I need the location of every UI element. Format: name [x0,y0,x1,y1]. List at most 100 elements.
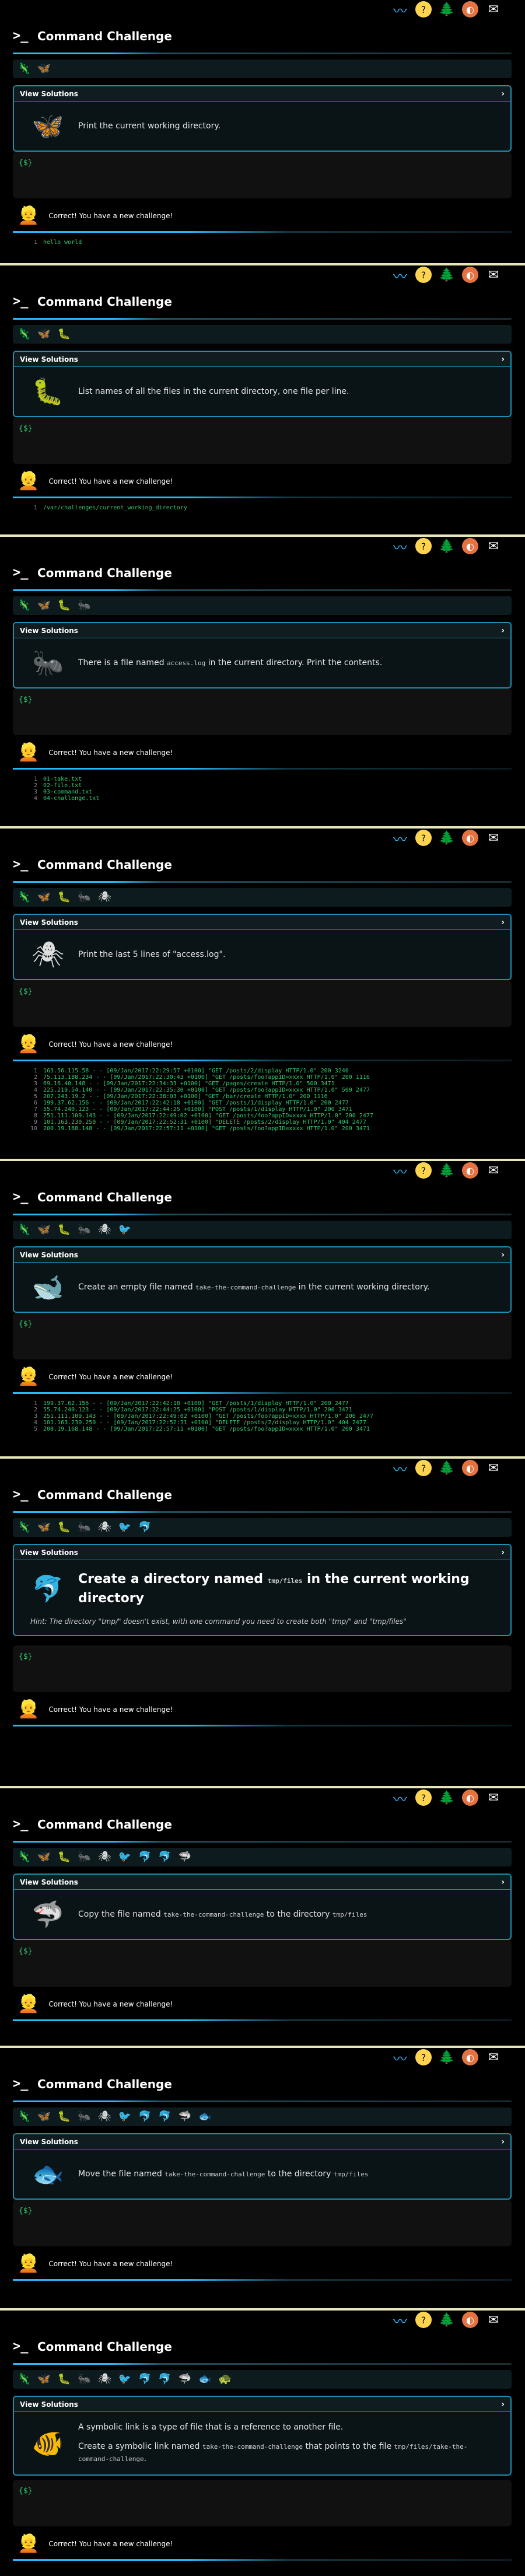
help-icon[interactable]: ? [415,830,432,846]
challenge-badge-icon[interactable]: 🐦 [118,2111,131,2123]
terminal-logo-icon[interactable]: >_ [13,566,29,580]
terminal-logo-icon[interactable]: >_ [13,858,29,872]
view-solutions-bar[interactable]: View Solutions › [14,915,510,930]
challenge-badge-icon[interactable]: 🕷 [98,1851,111,1863]
help-icon[interactable]: ? [415,2049,432,2065]
challenge-badge-icon[interactable]: 🐬 [138,1522,151,1533]
wave-icon[interactable]: 〰 [392,1162,408,1180]
command-editor[interactable]: {$} [13,688,512,735]
view-solutions-bar[interactable]: View Solutions › [14,1545,510,1560]
command-editor[interactable]: {$} [13,2200,512,2246]
moon-icon[interactable]: ◐ [462,2049,478,2065]
chevron-right-icon[interactable]: › [501,626,505,635]
challenge-badge-icon[interactable]: 🐬 [138,2374,151,2385]
wave-icon[interactable]: 〰 [392,1460,408,1478]
moon-icon[interactable]: ◐ [462,1162,478,1179]
challenge-badge-icon[interactable]: 🐬 [138,1851,151,1863]
challenge-badge-icon[interactable]: 🦎 [18,1522,30,1533]
tree-icon[interactable]: 🌲 [439,538,455,554]
challenge-badge-icon[interactable]: 🦎 [18,600,30,611]
command-editor[interactable]: {$} [13,417,512,464]
help-icon[interactable]: ? [415,1,432,18]
view-solutions-bar[interactable]: View Solutions › [14,2397,510,2412]
command-editor[interactable]: {$} [13,980,512,1027]
view-solutions-bar[interactable]: View Solutions › [14,1875,510,1890]
challenge-badge-icon[interactable]: 🦋 [37,328,50,340]
mail-icon[interactable]: ✉ [485,830,502,846]
challenge-badge-icon[interactable]: 🐛 [58,328,71,340]
moon-icon[interactable]: ◐ [462,1460,478,1476]
chevron-right-icon[interactable]: › [501,1878,505,1887]
challenge-badge-icon[interactable]: 🦋 [37,892,50,903]
help-icon[interactable]: ? [415,2312,432,2328]
wave-icon[interactable]: 〰 [392,830,408,848]
terminal-logo-icon[interactable]: >_ [13,1488,29,1502]
mail-icon[interactable]: ✉ [485,267,502,283]
view-solutions-bar[interactable]: View Solutions › [14,1247,510,1263]
command-editor[interactable]: {$} [13,1313,512,1359]
wave-icon[interactable]: 〰 [392,1789,408,1808]
challenge-badge-icon[interactable]: 🐟 [198,2111,211,2123]
mail-icon[interactable]: ✉ [485,2049,502,2065]
tree-icon[interactable]: 🌲 [439,267,455,283]
mail-icon[interactable]: ✉ [485,1162,502,1179]
challenge-badge-icon[interactable]: 🐬 [138,2111,151,2123]
challenge-badge-icon[interactable]: 🦈 [178,1851,191,1863]
help-icon[interactable]: ? [415,1162,432,1179]
chevron-right-icon[interactable]: › [501,918,505,927]
challenge-badge-icon[interactable]: 🕷 [98,2374,111,2385]
mail-icon[interactable]: ✉ [485,538,502,554]
wave-icon[interactable]: 〰 [392,2049,408,2067]
moon-icon[interactable]: ◐ [462,1,478,18]
challenge-badge-icon[interactable]: 🦋 [37,600,50,611]
moon-icon[interactable]: ◐ [462,830,478,846]
view-solutions-bar[interactable]: View Solutions › [14,2134,510,2149]
challenge-badge-icon[interactable]: 🦋 [37,2374,50,2385]
challenge-badge-icon[interactable]: 🐬 [158,2111,171,2123]
challenge-badge-icon[interactable]: 🐜 [78,892,90,903]
wave-icon[interactable]: 〰 [392,1,408,19]
challenge-badge-icon[interactable]: 🦈 [178,2374,191,2385]
challenge-badge-icon[interactable]: 🕷 [98,892,111,903]
moon-icon[interactable]: ◐ [462,538,478,554]
terminal-logo-icon[interactable]: >_ [13,1817,29,1831]
challenge-badge-icon[interactable]: 🐛 [58,1522,71,1533]
terminal-logo-icon[interactable]: >_ [13,1190,29,1204]
challenge-badge-icon[interactable]: 🦋 [37,1522,50,1533]
challenge-badge-icon[interactable]: 🐟 [198,2374,211,2385]
challenge-badge-icon[interactable]: 🐬 [158,1851,171,1863]
chevron-right-icon[interactable]: › [501,1250,505,1260]
terminal-logo-icon[interactable]: >_ [13,295,29,309]
challenge-badge-icon[interactable]: 🐛 [58,1851,71,1863]
challenge-badge-icon[interactable]: 🦈 [178,2111,191,2123]
challenge-badge-icon[interactable]: 🐦 [118,1522,131,1533]
challenge-badge-icon[interactable]: 🐛 [58,892,71,903]
challenge-badge-icon[interactable]: 🦋 [37,2111,50,2123]
view-solutions-bar[interactable]: View Solutions › [14,352,510,367]
challenge-badge-icon[interactable]: 🐜 [78,1851,90,1863]
terminal-logo-icon[interactable]: >_ [13,29,29,43]
chevron-right-icon[interactable]: › [501,355,505,364]
mail-icon[interactable]: ✉ [485,1,502,18]
moon-icon[interactable]: ◐ [462,1789,478,1806]
challenge-badge-icon[interactable]: 🕷 [98,1224,111,1236]
challenge-badge-icon[interactable]: 🐦 [118,1224,131,1236]
challenge-badge-icon[interactable]: 🦎 [18,2374,30,2385]
help-icon[interactable]: ? [415,1789,432,1806]
chevron-right-icon[interactable]: › [501,1548,505,1557]
mail-icon[interactable]: ✉ [485,1460,502,1476]
challenge-badge-icon[interactable]: 🐜 [78,1224,90,1236]
challenge-badge-icon[interactable]: 🐜 [78,2111,90,2123]
challenge-badge-icon[interactable]: 🐛 [58,600,71,611]
moon-icon[interactable]: ◐ [462,2312,478,2328]
command-editor[interactable]: {$} [13,1940,512,1987]
tree-icon[interactable]: 🌲 [439,1789,455,1806]
help-icon[interactable]: ? [415,1460,432,1476]
terminal-logo-icon[interactable]: >_ [13,2340,29,2354]
wave-icon[interactable]: 〰 [392,267,408,285]
tree-icon[interactable]: 🌲 [439,1460,455,1476]
mail-icon[interactable]: ✉ [485,2312,502,2328]
command-editor[interactable]: {$} [13,2480,512,2526]
tree-icon[interactable]: 🌲 [439,2312,455,2328]
challenge-badge-icon[interactable]: 🦋 [37,1224,50,1236]
